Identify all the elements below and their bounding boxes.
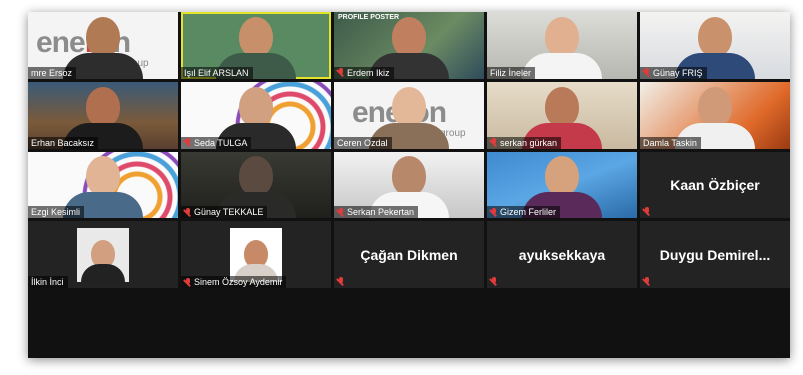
participant-tile[interactable]: serkan gürkan <box>487 81 637 149</box>
participant-tile[interactable]: Filiz İneler <box>487 12 637 79</box>
participant-name-label: Serkan Pekertan <box>334 206 419 219</box>
participant-tile[interactable]: Seda TULGA <box>181 81 331 149</box>
participant-tile[interactable]: Erhan Bacaksız <box>28 81 178 149</box>
participant-avatar <box>230 227 282 282</box>
mic-muted-icon <box>337 207 345 217</box>
participant-name-label: Günay TEKKALE <box>181 206 268 219</box>
mic-muted-icon <box>490 138 498 147</box>
participant-tile[interactable]: Ezgi Kesimli <box>28 151 178 219</box>
mic-muted-icon <box>184 138 192 147</box>
participant-name-label: Erdem Ikiz <box>334 66 394 79</box>
mic-muted-icon <box>643 207 651 216</box>
participant-avatar <box>77 227 129 282</box>
participant-name-label: Damla Taskin <box>640 136 701 149</box>
mic-muted-icon <box>184 207 192 217</box>
participant-name-label: Gizem Ferliler <box>487 206 561 219</box>
participant-name-label: Işıl Elif ARSLAN <box>181 66 253 79</box>
meeting-window: eneron group mre Ersoz Işıl Elif ARSLAN … <box>28 12 790 358</box>
participant-tile[interactable]: Günay TEKKALE <box>181 151 331 219</box>
participant-name-label: Ceren Ozdal <box>334 136 392 149</box>
mic-muted-icon <box>490 277 498 286</box>
participant-tile[interactable]: Serkan Pekertan <box>334 151 484 219</box>
participant-name-label: Sinem Özsoy Aydemir <box>181 276 287 289</box>
participant-tile-active-speaker[interactable]: Işıl Elif ARSLAN <box>181 12 331 79</box>
mic-muted-icon <box>337 68 345 77</box>
participant-grid: eneron group mre Ersoz Işıl Elif ARSLAN … <box>28 12 790 358</box>
participant-display-name: Kaan Özbiçer <box>670 176 760 193</box>
participant-name-label: mre Ersoz <box>28 66 77 79</box>
participant-name-label: İlkin İnci <box>28 276 68 289</box>
participant-name-label: Günay FRIŞ <box>640 66 707 79</box>
participant-name-label: serkan gürkan <box>487 136 562 149</box>
participant-tile[interactable]: Damla Taskin <box>640 81 790 149</box>
mic-muted-icon <box>184 277 192 287</box>
mic-muted-icon <box>490 207 498 217</box>
participant-display-name: Çağan Dikmen <box>360 246 458 263</box>
participant-tile-photo[interactable]: Sinem Özsoy Aydemir <box>181 221 331 289</box>
mic-muted-icon <box>337 277 345 286</box>
participant-display-name: ayuksekkaya <box>518 246 606 263</box>
participant-name-label: Erhan Bacaksız <box>28 136 99 149</box>
participant-tile[interactable]: PROFILE POSTER Erdem Ikiz <box>334 12 484 79</box>
participant-tile-photo[interactable]: İlkin İnci <box>28 221 178 289</box>
participant-tile[interactable]: Günay FRIŞ <box>640 12 790 79</box>
participant-name-label: Seda TULGA <box>181 136 252 149</box>
participant-tile-no-video[interactable]: ayuksekkaya <box>487 221 637 289</box>
participant-tile-no-video[interactable]: Duygu Demirel... <box>640 221 790 289</box>
participant-tile[interactable]: eneron group Ceren Ozdal <box>334 81 484 149</box>
participant-name-label: Ezgi Kesimli <box>28 206 85 219</box>
participant-display-name: Duygu Demirel... <box>659 246 771 263</box>
mic-muted-icon <box>643 68 651 77</box>
participant-tile-no-video[interactable]: Kaan Özbiçer <box>640 151 790 219</box>
participant-tile-no-video[interactable]: Çağan Dikmen <box>334 221 484 289</box>
participant-tile[interactable]: eneron group mre Ersoz <box>28 12 178 79</box>
mic-muted-icon <box>643 277 651 286</box>
participant-tile[interactable]: Gizem Ferliler <box>487 151 637 219</box>
participant-name-label: Filiz İneler <box>487 66 536 79</box>
